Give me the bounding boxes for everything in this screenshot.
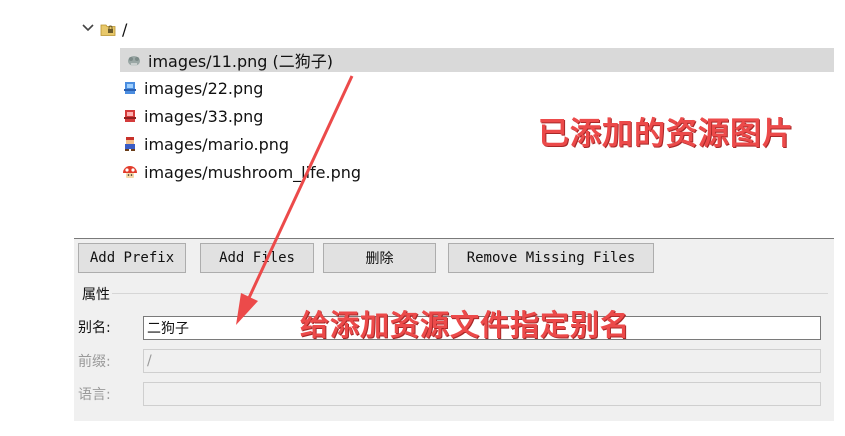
- tree-item-mario-png[interactable]: images/mario.png: [122, 132, 289, 156]
- tree-item-label: images/mario.png: [144, 134, 290, 154]
- alias-label: 别名:: [78, 320, 111, 336]
- delete-button[interactable]: 删除: [323, 243, 436, 273]
- remove-missing-files-button[interactable]: Remove Missing Files: [448, 243, 654, 273]
- prefix-input: [143, 349, 821, 373]
- red-sprite-icon: [122, 108, 138, 124]
- annotation-added-images: 已添加的资源图片: [538, 116, 794, 152]
- folder-lock-icon: [100, 21, 116, 37]
- add-files-button[interactable]: Add Files: [200, 243, 314, 273]
- tree-item-22-png[interactable]: images/22.png: [122, 76, 263, 100]
- add-prefix-button[interactable]: Add Prefix: [78, 243, 186, 273]
- language-input: [143, 382, 821, 406]
- tree-item-label: images/33.png: [144, 106, 264, 126]
- tree-item-label: images/11.png (二狗子): [148, 52, 334, 71]
- properties-group-line: [112, 293, 828, 294]
- prefix-label: 前缀:: [78, 354, 111, 370]
- tree-root-row[interactable]: /: [82, 18, 127, 40]
- tree-item-33-png[interactable]: images/33.png: [122, 104, 263, 128]
- tree-item-label: images/mushroom_life.png: [144, 162, 362, 182]
- mario-sprite-icon: [122, 136, 138, 152]
- tree-item-label: images/22.png: [144, 78, 264, 98]
- tree-item-mushroom-life-png[interactable]: images/mushroom_life.png: [122, 160, 361, 184]
- chevron-down-icon[interactable]: [82, 23, 94, 36]
- annotation-set-alias: 给添加资源文件指定别名: [300, 308, 631, 342]
- tree-root-label: /: [122, 19, 128, 39]
- dog-image-icon: [126, 52, 142, 68]
- language-label: 语言:: [78, 387, 111, 403]
- properties-group-title: 属性: [82, 287, 110, 303]
- tree-item-11-png[interactable]: images/11.png (二狗子): [120, 48, 834, 72]
- mushroom-icon: [122, 164, 138, 180]
- blue-sprite-icon: [122, 80, 138, 96]
